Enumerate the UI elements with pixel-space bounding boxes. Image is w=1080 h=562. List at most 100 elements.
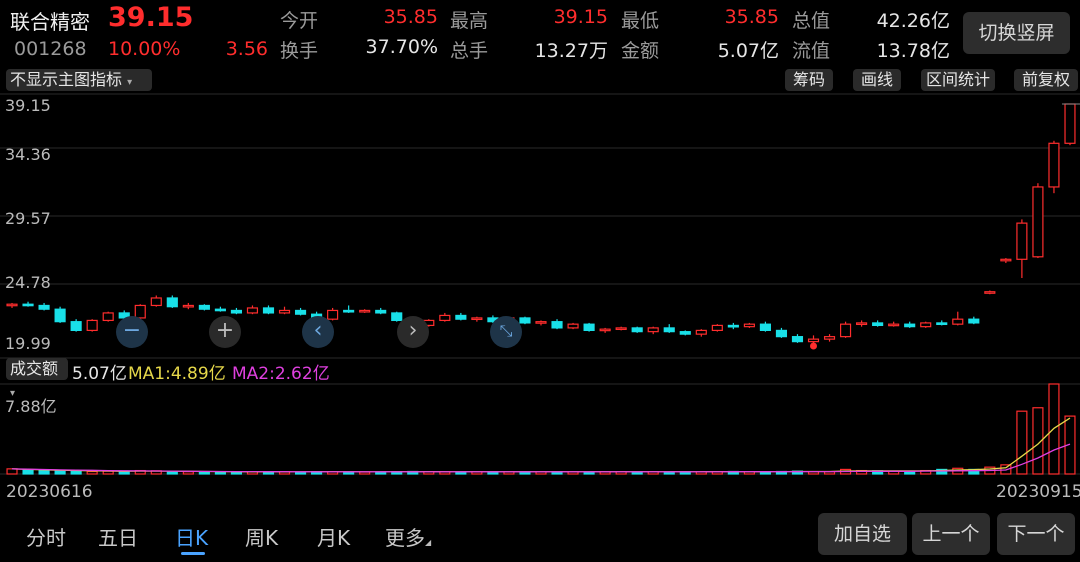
volume-bar (54, 470, 66, 475)
candle-body (647, 327, 659, 333)
candle-body (791, 336, 804, 343)
candle-body (888, 323, 900, 327)
tab-monthly-k[interactable]: 月K (317, 522, 350, 551)
active-tab-indicator (181, 552, 205, 555)
tab-five-day[interactable]: 五日 (98, 522, 138, 551)
candle-body (920, 322, 932, 328)
candle-body (904, 323, 916, 328)
candle-body (22, 303, 34, 307)
volume-ma1: MA1:4.89亿 (128, 364, 226, 384)
volume-max-label: 7.88亿 (5, 397, 57, 416)
volume-value: 5.07亿 (72, 364, 127, 384)
candle-body (936, 322, 948, 326)
candle-body (952, 318, 964, 325)
candle-body (1032, 186, 1044, 258)
scroll-left-icon[interactable]: ‹ (302, 316, 334, 348)
candle-body (166, 297, 178, 308)
candle-body (856, 322, 868, 326)
candle-body (599, 328, 611, 332)
low-point-marker (810, 342, 818, 350)
candle-body (775, 329, 788, 338)
tab-more[interactable]: 更多◢ (385, 522, 431, 551)
candle-body (535, 321, 547, 324)
candle-body (984, 291, 996, 294)
candle-body (663, 327, 675, 333)
volume-ma2-line (11, 443, 1071, 473)
tab-weekly-k[interactable]: 周K (245, 522, 278, 551)
tab-more-label: 更多 (385, 526, 425, 550)
candle-body (278, 309, 291, 314)
candle-body (6, 303, 18, 307)
y-tick-label: 29.57 (5, 209, 51, 228)
candle-body (230, 309, 243, 314)
volume-bar (182, 471, 194, 475)
candle-body (102, 312, 114, 322)
volume-bar (70, 470, 82, 475)
candle-body (359, 309, 371, 313)
candle-body (343, 309, 355, 313)
candle-body (583, 323, 595, 332)
candle-body (471, 317, 483, 321)
candle-body (872, 322, 884, 327)
candle-body (968, 318, 980, 324)
y-tick-label: 34.36 (5, 145, 51, 164)
corner-triangle-icon: ◢ (425, 538, 432, 547)
candle-body (679, 331, 691, 335)
y-tick-label: 19.99 (5, 334, 51, 353)
candle-body (807, 338, 820, 343)
volume-ma2: MA2:2.62亿 (232, 364, 330, 384)
candle-body (711, 324, 723, 332)
candle-body (198, 304, 210, 310)
zoom-out-icon[interactable]: − (116, 316, 148, 348)
candle-body (54, 308, 66, 323)
candle-body (615, 327, 627, 331)
candle-body (1048, 142, 1060, 188)
scroll-right-icon[interactable]: › (397, 316, 429, 348)
tab-intraday[interactable]: 分时 (26, 522, 66, 551)
candle-body (38, 304, 50, 310)
candle-body (695, 329, 707, 335)
candle-body (567, 323, 579, 329)
tab-daily-k[interactable]: 日K (175, 522, 208, 551)
add-watchlist-button[interactable]: 加自选 (818, 513, 907, 555)
candle-body (391, 312, 403, 322)
candle-body (1064, 103, 1076, 144)
candle-body (86, 319, 98, 332)
candle-body (294, 309, 307, 315)
candle-body (150, 297, 162, 307)
zoom-in-icon[interactable]: + (209, 316, 241, 348)
candle-body (439, 314, 451, 322)
candle-body (1016, 222, 1028, 260)
kline-chart[interactable] (0, 0, 1080, 510)
previous-button[interactable]: 上一个 (912, 513, 990, 555)
volume-bar (22, 469, 34, 475)
collapse-icon[interactable]: ⤡ (490, 316, 522, 348)
candle-body (839, 323, 852, 338)
volume-indicator-label: 成交额 (10, 359, 59, 378)
candle-body (327, 309, 339, 320)
next-button[interactable]: 下一个 (997, 513, 1075, 555)
y-tick-label: 39.15 (5, 96, 51, 115)
start-date: 20230616 (6, 482, 93, 502)
candle-body (375, 309, 387, 314)
y-tick-label: 24.78 (5, 273, 51, 292)
candle-body (262, 307, 275, 314)
candle-body (1000, 258, 1012, 262)
candle-body (455, 314, 467, 320)
candle-body (631, 327, 643, 333)
volume-bar (86, 470, 98, 475)
candle-body (519, 317, 531, 324)
volume-ma1-line (11, 417, 1071, 473)
candle-body (246, 307, 259, 314)
candle-body (70, 321, 82, 332)
candle-body (551, 321, 563, 329)
candle-body (182, 304, 194, 308)
volume-bar (198, 471, 210, 475)
end-date: 20230915 (996, 482, 1080, 502)
volume-bar (166, 470, 178, 475)
volume-indicator-select[interactable]: 成交额 ▾ (6, 358, 68, 399)
candle-body (727, 324, 739, 328)
candle-body (823, 336, 836, 340)
candle-body (743, 323, 755, 328)
candle-body (759, 323, 771, 332)
